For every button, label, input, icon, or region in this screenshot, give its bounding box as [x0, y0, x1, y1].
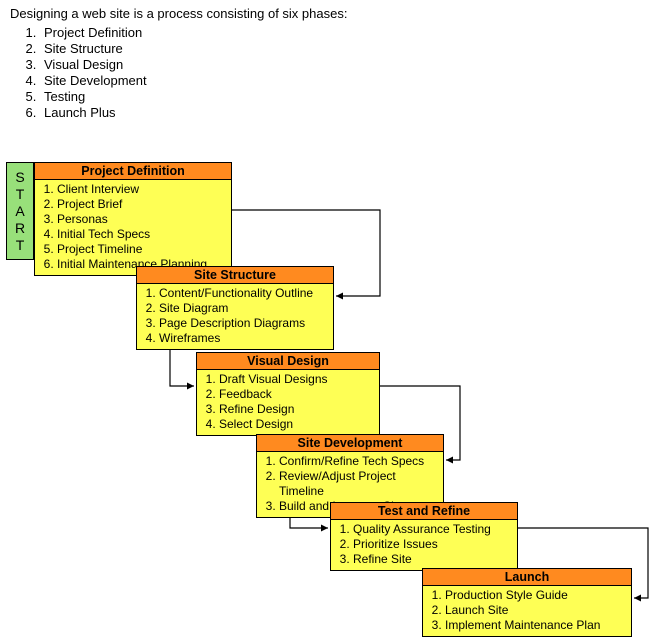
- phase-step: Personas: [57, 212, 231, 227]
- phase-step: Select Design: [219, 417, 379, 432]
- phase-step: Page Description Diagrams: [159, 316, 333, 331]
- phase-summary-list: Project Definition Site Structure Visual…: [40, 25, 656, 121]
- phase-step: Refine Design: [219, 402, 379, 417]
- flow-diagram: S T A R T Project Definition Client Inte…: [0, 150, 666, 630]
- phase-title: Launch: [423, 569, 631, 586]
- phase-box-launch: Launch Production Style Guide Launch Sit…: [422, 568, 632, 637]
- phase-steps: Client Interview Project Brief Personas …: [57, 182, 231, 272]
- intro-lead: Designing a web site is a process consis…: [10, 6, 656, 21]
- phase-step: Prioritize Issues: [353, 537, 517, 552]
- phase-step: Client Interview: [57, 182, 231, 197]
- phase-step: Launch Site: [445, 603, 631, 618]
- phase-box-project-definition: Project Definition Client Interview Proj…: [34, 162, 232, 276]
- start-letter: T: [16, 186, 25, 203]
- phase-step: Initial Tech Specs: [57, 227, 231, 242]
- phase-summary-item: Project Definition: [40, 25, 656, 41]
- phase-summary-item: Testing: [40, 89, 656, 105]
- phase-step: Quality Assurance Testing: [353, 522, 517, 537]
- phase-step: Project Timeline: [57, 242, 231, 257]
- phase-title: Site Structure: [137, 267, 333, 284]
- intro-text: Designing a web site is a process consis…: [0, 0, 666, 125]
- phase-step: Wireframes: [159, 331, 333, 346]
- phase-step: Site Diagram: [159, 301, 333, 316]
- phase-step: Implement Maintenance Plan: [445, 618, 631, 633]
- phase-step: Review/Adjust Project Timeline: [279, 469, 443, 499]
- phase-step: Project Brief: [57, 197, 231, 212]
- phase-steps: Production Style Guide Launch Site Imple…: [445, 588, 631, 633]
- phase-title: Test and Refine: [331, 503, 517, 520]
- phase-steps: Content/Functionality Outline Site Diagr…: [159, 286, 333, 346]
- phase-summary-item: Site Development: [40, 73, 656, 89]
- phase-box-site-structure: Site Structure Content/Functionality Out…: [136, 266, 334, 350]
- phase-step: Content/Functionality Outline: [159, 286, 333, 301]
- start-letter: R: [15, 220, 25, 237]
- page: Designing a web site is a process consis…: [0, 0, 666, 629]
- phase-steps: Draft Visual Designs Feedback Refine Des…: [219, 372, 379, 432]
- phase-summary-item: Site Structure: [40, 41, 656, 57]
- start-letter: T: [16, 237, 25, 254]
- phase-step: Confirm/Refine Tech Specs: [279, 454, 443, 469]
- phase-box-visual-design: Visual Design Draft Visual Designs Feedb…: [196, 352, 380, 436]
- phase-summary-item: Visual Design: [40, 57, 656, 73]
- start-letter: A: [15, 203, 24, 220]
- phase-title: Project Definition: [35, 163, 231, 180]
- phase-summary-item: Launch Plus: [40, 105, 656, 121]
- phase-steps: Quality Assurance Testing Prioritize Iss…: [353, 522, 517, 567]
- phase-title: Site Development: [257, 435, 443, 452]
- phase-step: Draft Visual Designs: [219, 372, 379, 387]
- phase-step: Production Style Guide: [445, 588, 631, 603]
- phase-box-test-and-refine: Test and Refine Quality Assurance Testin…: [330, 502, 518, 571]
- phase-title: Visual Design: [197, 353, 379, 370]
- start-letter: S: [15, 169, 24, 186]
- phase-step: Feedback: [219, 387, 379, 402]
- start-label: S T A R T: [6, 162, 34, 260]
- phase-step: Refine Site: [353, 552, 517, 567]
